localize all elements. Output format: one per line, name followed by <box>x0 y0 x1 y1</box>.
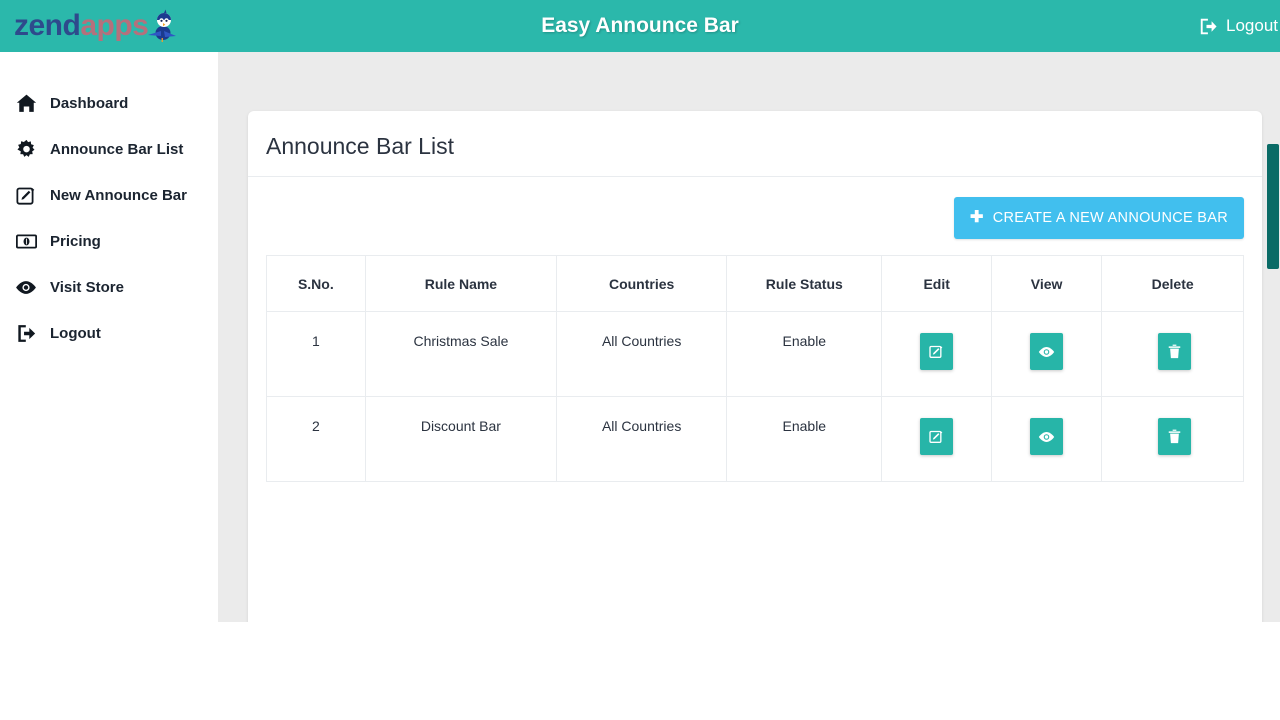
cell-rule-name: Discount Bar <box>365 397 556 482</box>
cell-delete <box>1102 312 1244 397</box>
sign-out-icon <box>15 322 37 344</box>
sidebar: Dashboard Announce Bar List New Announce… <box>0 52 216 622</box>
content-area: Announce Bar List ✚ CREATE A NEW ANNOUNC… <box>218 52 1280 622</box>
sidebar-item-label: Visit Store <box>50 279 124 296</box>
sidebar-item-pricing[interactable]: Pricing <box>0 218 216 264</box>
view-row-button[interactable] <box>1030 333 1063 370</box>
sidebar-item-label: Logout <box>50 325 101 342</box>
edit-row-button[interactable] <box>920 333 953 370</box>
vertical-scrollbar[interactable] <box>1266 52 1280 622</box>
cell-countries: All Countries <box>557 397 727 482</box>
announce-bar-list-card: Announce Bar List ✚ CREATE A NEW ANNOUNC… <box>248 111 1262 622</box>
view-row-button[interactable] <box>1030 418 1063 455</box>
column-header-rule-name: Rule Name <box>365 256 556 312</box>
brand-name-zend: zend <box>14 9 80 42</box>
column-header-delete: Delete <box>1102 256 1244 312</box>
eye-icon <box>1038 431 1055 443</box>
sidebar-item-label: Dashboard <box>50 95 128 112</box>
cell-sno: 1 <box>267 312 366 397</box>
delete-row-button[interactable] <box>1158 418 1191 455</box>
sidebar-item-announce-bar-list[interactable]: Announce Bar List <box>0 126 216 172</box>
cell-rule-status: Enable <box>727 397 882 482</box>
sidebar-item-label: Pricing <box>50 233 101 250</box>
edit-row-button[interactable] <box>920 418 953 455</box>
eye-icon <box>1038 346 1055 358</box>
header-logout-button[interactable]: Logout <box>1199 0 1280 52</box>
cell-edit <box>882 312 991 397</box>
trash-icon <box>1168 429 1181 444</box>
column-header-countries: Countries <box>557 256 727 312</box>
home-icon <box>15 92 37 114</box>
sidebar-item-label: New Announce Bar <box>50 187 187 204</box>
top-header-bar: zendapps Easy Annou <box>0 0 1280 52</box>
column-header-edit: Edit <box>882 256 991 312</box>
gear-icon <box>15 138 37 160</box>
cell-view <box>991 397 1101 482</box>
cell-countries: All Countries <box>557 312 727 397</box>
create-new-announce-bar-button[interactable]: ✚ CREATE A NEW ANNOUNCE BAR <box>954 197 1244 239</box>
column-header-sno: S.No. <box>267 256 366 312</box>
table-row: 2 Discount Bar All Countries Enable <box>267 397 1244 482</box>
table-header-row: S.No. Rule Name Countries Rule Status Ed… <box>267 256 1244 312</box>
create-button-label: CREATE A NEW ANNOUNCE BAR <box>993 210 1228 226</box>
sidebar-item-logout[interactable]: Logout <box>0 310 216 356</box>
edit-square-icon <box>15 184 37 206</box>
edit-square-icon <box>929 429 944 444</box>
plus-icon: ✚ <box>970 210 984 226</box>
cell-delete <box>1102 397 1244 482</box>
toolbar: ✚ CREATE A NEW ANNOUNCE BAR <box>266 191 1244 255</box>
money-bill-icon <box>15 230 37 252</box>
cell-rule-name: Christmas Sale <box>365 312 556 397</box>
app-window: zendapps Easy Annou <box>0 0 1280 622</box>
sidebar-item-new-announce-bar[interactable]: New Announce Bar <box>0 172 216 218</box>
sign-out-icon <box>1199 17 1218 36</box>
sidebar-item-dashboard[interactable]: Dashboard <box>0 80 216 126</box>
announce-bar-table: S.No. Rule Name Countries Rule Status Ed… <box>266 255 1244 482</box>
cell-view <box>991 312 1101 397</box>
cell-sno: 2 <box>267 397 366 482</box>
cell-rule-status: Enable <box>727 312 882 397</box>
scrollbar-thumb[interactable] <box>1267 144 1279 269</box>
sidebar-item-label: Announce Bar List <box>50 141 183 158</box>
cell-edit <box>882 397 991 482</box>
sidebar-item-visit-store[interactable]: Visit Store <box>0 264 216 310</box>
table-row: 1 Christmas Sale All Countries Enable <box>267 312 1244 397</box>
brand-logo[interactable]: zendapps <box>14 5 214 47</box>
card-body: ✚ CREATE A NEW ANNOUNCE BAR S.No. Rule N… <box>248 177 1262 506</box>
delete-row-button[interactable] <box>1158 333 1191 370</box>
brand-name-apps: apps <box>80 9 148 42</box>
edit-square-icon <box>929 344 944 359</box>
column-header-rule-status: Rule Status <box>727 256 882 312</box>
header-logout-label: Logout <box>1226 16 1278 36</box>
bird-icon <box>144 9 178 43</box>
eye-icon <box>15 276 37 298</box>
column-header-view: View <box>991 256 1101 312</box>
trash-icon <box>1168 344 1181 359</box>
card-title: Announce Bar List <box>248 111 1262 177</box>
